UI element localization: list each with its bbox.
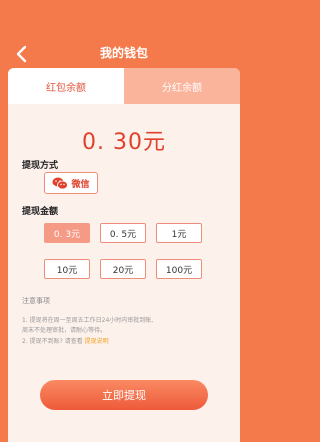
withdraw-instructions-link[interactable]: 提现说明 [85, 338, 109, 345]
page-title: 我的钱包 [99, 46, 148, 60]
withdraw-amount-label: 提现金额 [22, 207, 59, 217]
amount-option-100[interactable]: 100元 [156, 259, 202, 279]
amount-option-10[interactable]: 10元 [44, 259, 90, 279]
note-line-2: 周末不处理审批，请耐心等待。 [22, 327, 107, 334]
balance-amount: 0. 30元 [82, 130, 166, 155]
tab-red-packet-balance[interactable]: 红包余额 [8, 68, 124, 104]
wechat-method-button[interactable]: 微信 [44, 172, 98, 194]
tab-bar: 红包余额 分红余额 [8, 68, 240, 104]
wechat-icon [52, 177, 69, 189]
amount-option-20[interactable]: 20元 [100, 259, 146, 279]
amount-option-0.5[interactable]: 0. 5元 [100, 223, 146, 243]
header: 我的钱包 [0, 0, 248, 68]
note-line-1: 1. 提现将在周一至周五工作日24小时内审批到账, [22, 317, 154, 324]
tab-dividend-balance[interactable]: 分红余额 [124, 68, 240, 104]
note-line-3-prefix: 2. 提现不到账? 请查看 [22, 338, 83, 345]
amount-option-1[interactable]: 1元 [156, 223, 202, 243]
notes-title: 注意事项 [22, 297, 50, 305]
amount-option-0.3[interactable]: 0. 3元 [44, 223, 90, 243]
wallet-card: 红包余额 分红余额 0. 30元 提现方式 微信 提现金额 0. 3元 0. 5… [8, 68, 240, 442]
wechat-label: 微信 [71, 179, 90, 190]
withdraw-method-label: 提现方式 [22, 161, 59, 171]
withdraw-now-button[interactable]: 立即提现 [40, 380, 208, 410]
note-line-3: 2. 提现不到账? 请查看 提现说明 [22, 337, 109, 346]
